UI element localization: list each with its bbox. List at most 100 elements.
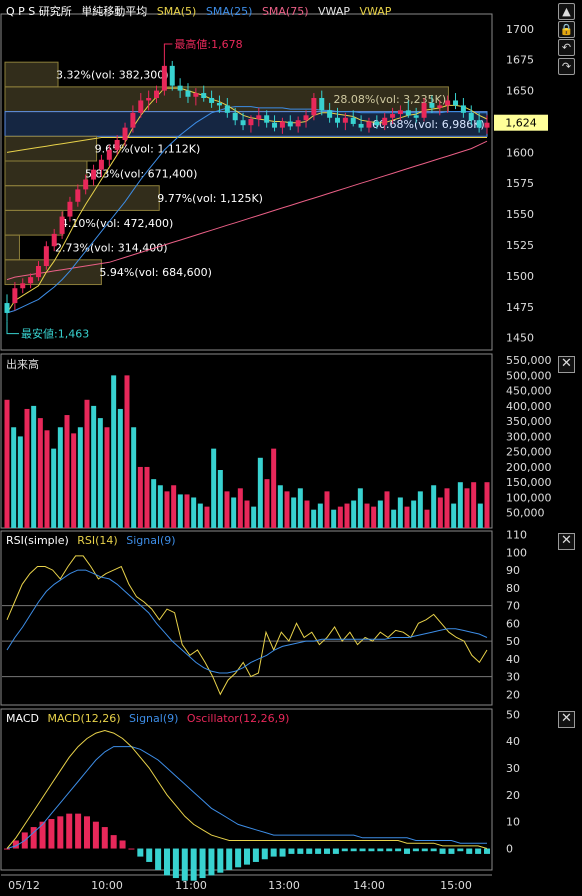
oscillator-bar bbox=[475, 848, 482, 854]
price-tick-label: 1675 bbox=[506, 54, 534, 67]
candle-body bbox=[4, 303, 10, 313]
candle-body bbox=[303, 115, 309, 121]
high-label: 最高値:1,678 bbox=[174, 37, 242, 51]
lock-icon[interactable]: 🔒 bbox=[558, 21, 575, 38]
high-marker bbox=[163, 43, 173, 56]
price-tick-label: 1475 bbox=[506, 301, 534, 314]
volume-close-icon[interactable]: ✕ bbox=[558, 356, 575, 373]
volume-bar bbox=[357, 488, 363, 528]
volume-bar bbox=[197, 503, 203, 528]
x-tick-label: 05/12 bbox=[8, 879, 40, 892]
volume-tick-label: 250,000 bbox=[506, 446, 552, 459]
volume-bar bbox=[391, 509, 397, 528]
macd-legend-osc: Oscillator(12,26,9) bbox=[186, 712, 290, 725]
oscillator-bar bbox=[270, 848, 277, 857]
macd-title-label: MACD bbox=[6, 712, 39, 725]
oscillator-bar bbox=[332, 848, 339, 854]
volume-bar bbox=[264, 479, 270, 528]
macd-close-icon[interactable]: ✕ bbox=[558, 711, 575, 728]
candle-body bbox=[413, 115, 419, 118]
candle-body bbox=[161, 65, 167, 91]
last-price-label: 1,624 bbox=[505, 117, 537, 130]
volume-bar bbox=[344, 503, 350, 528]
candle-body bbox=[154, 90, 160, 98]
up-icon[interactable]: ▲ bbox=[558, 3, 575, 20]
oscillator-bar bbox=[128, 848, 135, 850]
legend-sma75[interactable]: SMA(75) bbox=[262, 5, 309, 18]
low-marker bbox=[6, 321, 19, 335]
oscillator-bar bbox=[217, 848, 224, 873]
oscillator-bar bbox=[4, 848, 10, 850]
oscillator-bar bbox=[244, 848, 250, 865]
legend-sma25[interactable]: SMA(25) bbox=[206, 5, 253, 18]
candle-body bbox=[232, 112, 238, 121]
volume-bar bbox=[437, 497, 443, 528]
volume-bar bbox=[424, 509, 430, 528]
candle-body bbox=[397, 110, 403, 115]
volume-bar bbox=[77, 427, 83, 528]
candle-body bbox=[51, 233, 57, 247]
candle-body bbox=[122, 127, 128, 140]
volume-bar bbox=[64, 415, 70, 528]
candle-body bbox=[12, 288, 18, 304]
rsi-close-icon[interactable]: ✕ bbox=[558, 533, 575, 550]
volume-tick-label: 400,000 bbox=[506, 400, 552, 413]
candle-body bbox=[476, 120, 482, 128]
oscillator-bar bbox=[119, 840, 126, 849]
redo-icon[interactable]: ↷ bbox=[558, 58, 575, 75]
volume-tick-label: 350,000 bbox=[506, 415, 552, 428]
volume-bar bbox=[411, 500, 417, 528]
x-tick-label: 15:00 bbox=[440, 879, 472, 892]
oscillator-bar bbox=[377, 848, 384, 852]
volume-bar bbox=[11, 427, 17, 528]
volume-bar bbox=[111, 375, 117, 528]
candle-body bbox=[382, 117, 388, 126]
rsi-tick-label: 40 bbox=[506, 653, 520, 666]
oscillator-bar bbox=[484, 848, 490, 854]
volume-bar bbox=[477, 503, 483, 528]
oscillator-bar bbox=[359, 848, 366, 852]
chart-canvas[interactable]: 1450147515001525155015751600162516501675… bbox=[0, 0, 582, 896]
price-tick-label: 1550 bbox=[506, 208, 534, 221]
volume-bar bbox=[431, 485, 437, 528]
legend-sma5[interactable]: SMA(5) bbox=[157, 5, 197, 18]
candle-body bbox=[114, 140, 120, 150]
oscillator-bar bbox=[439, 848, 446, 854]
oscillator-bar bbox=[288, 848, 295, 854]
x-tick-label: 10:00 bbox=[91, 879, 123, 892]
volume-bar bbox=[284, 491, 290, 528]
volume-title: 出来高 bbox=[6, 358, 39, 371]
oscillator-bar bbox=[155, 848, 162, 870]
volume-bar bbox=[251, 506, 257, 528]
oscillator-bar bbox=[208, 848, 215, 876]
legend-vwap-white[interactable]: VWAP bbox=[318, 5, 350, 18]
candle-body bbox=[20, 283, 26, 289]
candle-body bbox=[185, 90, 191, 97]
legend-vwap-yellow[interactable]: VWAP bbox=[359, 5, 391, 18]
rsi-tick-label: 60 bbox=[506, 617, 520, 630]
candle-body bbox=[311, 98, 317, 116]
volume-bar bbox=[84, 399, 90, 528]
undo-icon[interactable]: ↶ bbox=[558, 39, 575, 56]
volume-bar bbox=[137, 466, 143, 528]
candle-body bbox=[468, 112, 474, 121]
volume-bar bbox=[444, 488, 450, 528]
volume-bar bbox=[24, 408, 30, 528]
price-tick-label: 1525 bbox=[506, 239, 534, 252]
macd-tick-label: 10 bbox=[506, 816, 520, 829]
volume-bar bbox=[44, 430, 50, 528]
volume-bar bbox=[231, 497, 237, 528]
candle-body bbox=[59, 216, 65, 234]
price-tick-label: 1500 bbox=[506, 270, 534, 283]
price-band bbox=[4, 259, 102, 286]
oscillator-bar bbox=[395, 848, 402, 852]
candle-body bbox=[91, 169, 97, 180]
oscillator-bar bbox=[164, 848, 170, 876]
rsi-tick-label: 80 bbox=[506, 582, 520, 595]
volume-bar bbox=[257, 457, 263, 528]
candle-body bbox=[209, 98, 215, 103]
candle-body bbox=[201, 93, 207, 98]
oscillator-bar bbox=[261, 848, 268, 860]
volume-bar bbox=[331, 509, 337, 528]
oscillator-bar bbox=[190, 848, 197, 881]
